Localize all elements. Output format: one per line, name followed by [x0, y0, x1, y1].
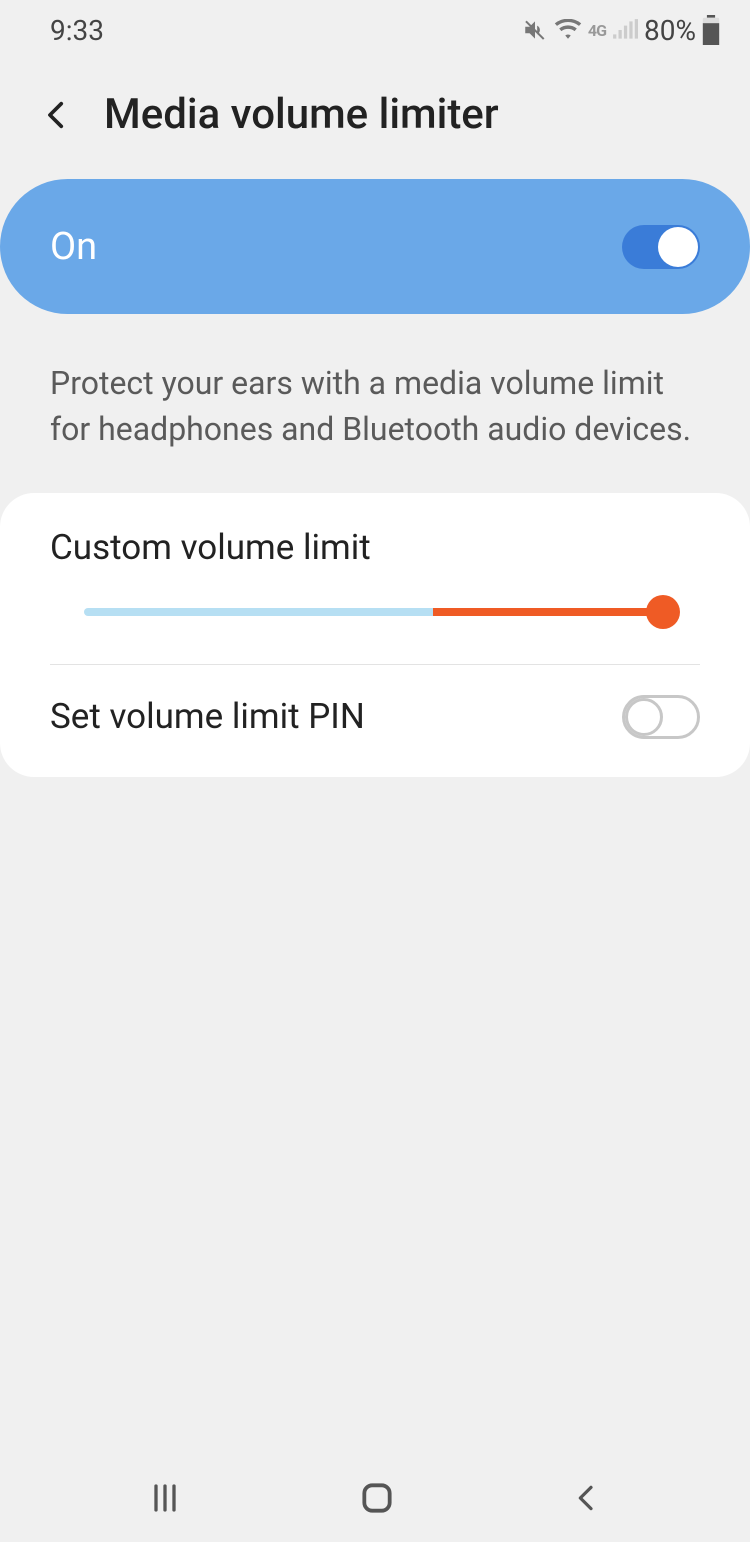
system-nav-bar: [0, 1454, 750, 1542]
master-toggle-switch[interactable]: [622, 225, 700, 269]
mute-icon: [522, 17, 548, 43]
battery-icon: [702, 15, 720, 45]
feature-description: Protect your ears with a media volume li…: [0, 314, 750, 493]
set-pin-switch[interactable]: [622, 695, 700, 739]
network-type-label: 4G: [588, 21, 606, 40]
master-toggle[interactable]: On: [0, 179, 750, 314]
page-title: Media volume limiter: [104, 90, 499, 139]
home-icon[interactable]: [358, 1479, 396, 1517]
back-nav-icon[interactable]: [571, 1482, 603, 1514]
battery-percent: 80%: [644, 14, 696, 47]
recents-icon[interactable]: [147, 1480, 183, 1516]
custom-volume-limit-title: Custom volume limit: [50, 527, 700, 568]
master-toggle-label: On: [50, 225, 97, 269]
slider-warning-zone: [433, 608, 666, 616]
slider-thumb[interactable]: [646, 595, 680, 629]
set-pin-row[interactable]: Set volume limit PIN: [0, 665, 750, 777]
signal-icon: [612, 19, 638, 41]
wifi-icon: [554, 19, 582, 41]
status-icons: 4G 80%: [522, 14, 720, 47]
status-bar: 9:33 4G 80%: [0, 0, 750, 60]
back-icon[interactable]: [40, 98, 74, 132]
set-pin-label: Set volume limit PIN: [50, 696, 365, 737]
custom-volume-limit-section: Custom volume limit: [0, 493, 750, 664]
app-header: Media volume limiter: [0, 60, 750, 179]
settings-card: Custom volume limit Set volume limit PIN: [0, 493, 750, 777]
volume-limit-slider[interactable]: [84, 594, 666, 630]
status-time: 9:33: [50, 14, 104, 47]
